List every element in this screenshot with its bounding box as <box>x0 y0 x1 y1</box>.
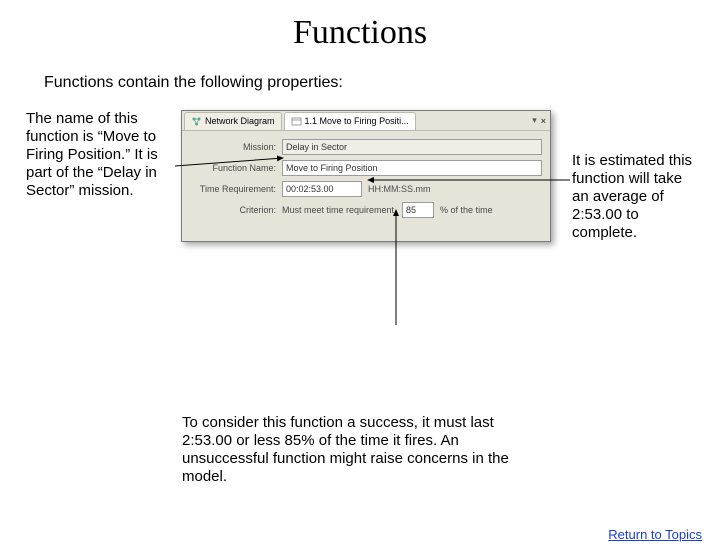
arrow-left-to-name <box>0 110 720 330</box>
page-title: Functions <box>0 14 720 52</box>
intro-text: Functions contain the following properti… <box>44 74 720 92</box>
bottom-annotation: To consider this function a success, it … <box>182 414 542 486</box>
